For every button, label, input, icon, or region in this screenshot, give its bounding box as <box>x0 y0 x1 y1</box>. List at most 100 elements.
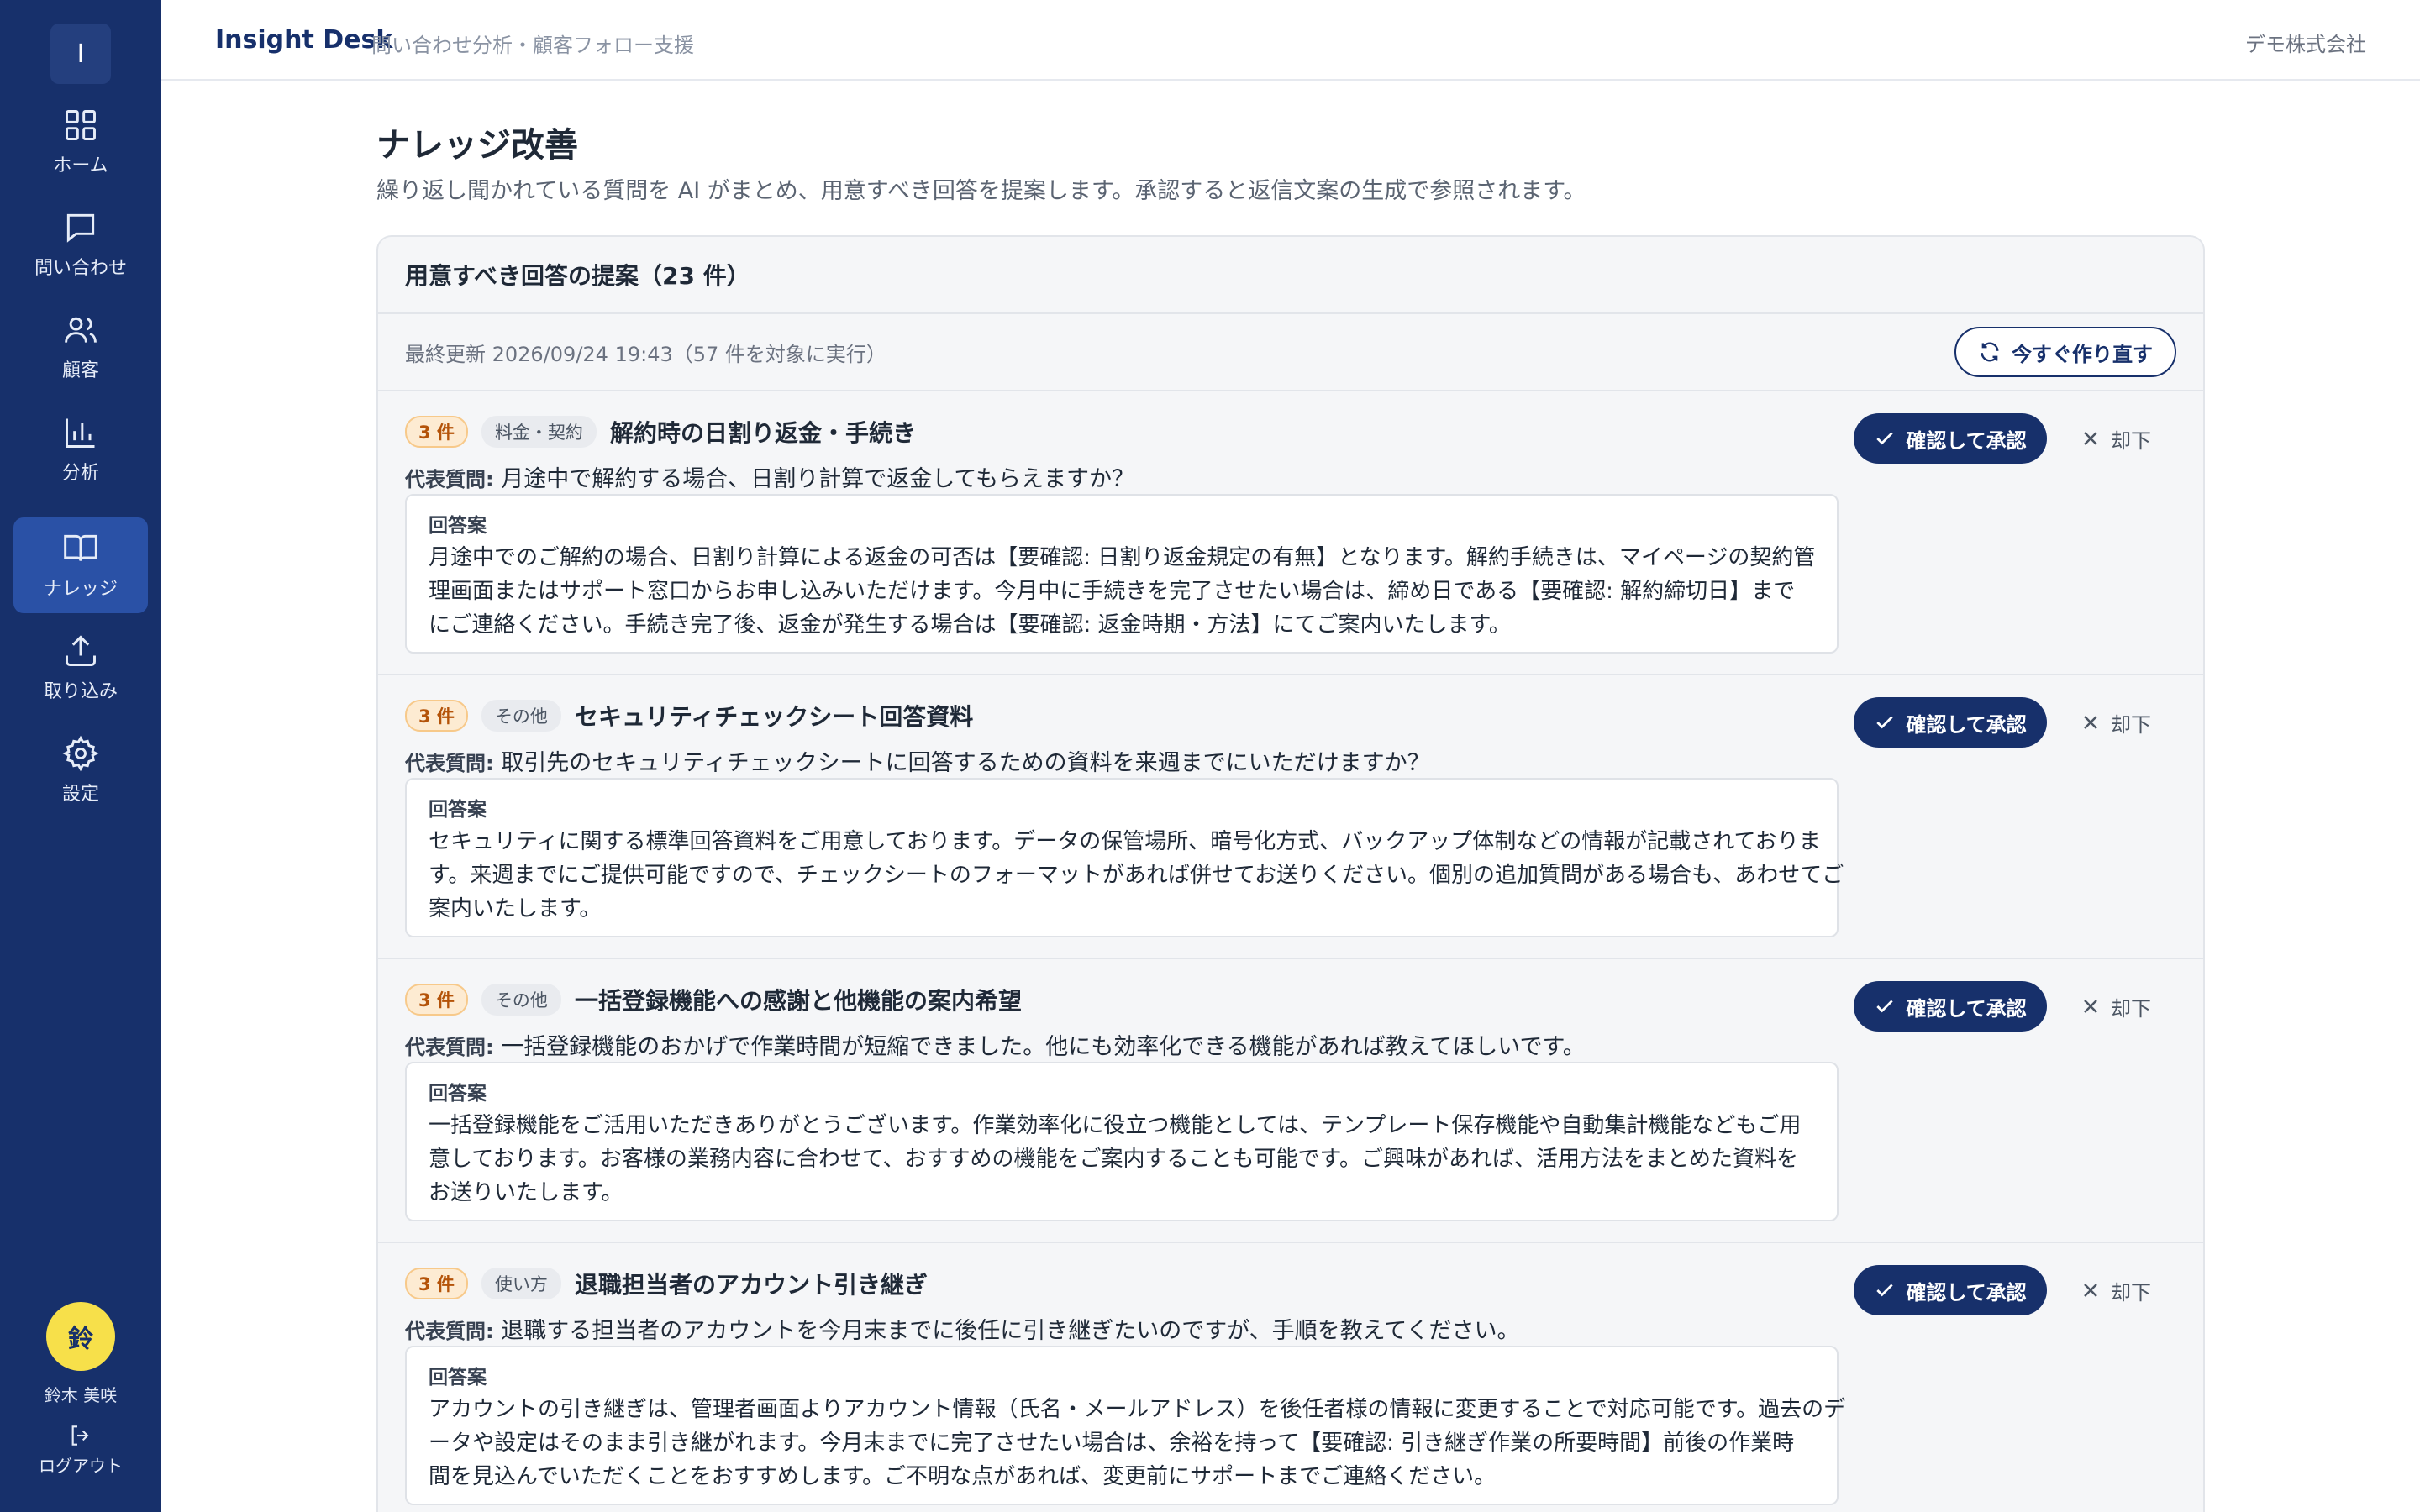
avatar[interactable]: 鈴 <box>46 1302 115 1371</box>
sidebar-item-label: 問い合わせ <box>34 258 127 279</box>
approve-label: 確認して承認 <box>1906 428 2027 453</box>
rebuild-button[interactable]: 今すぐ作り直す <box>1954 327 2176 377</box>
gear-icon <box>62 735 99 772</box>
count-badge: 3 件 <box>405 700 468 732</box>
approve-button[interactable]: 確認して承認 <box>1854 1265 2047 1315</box>
sidebar-item-import[interactable]: 取り込み <box>13 620 148 716</box>
user-name: 鈴木 美咲 <box>44 1385 118 1405</box>
count-badge: 3 件 <box>405 1268 468 1299</box>
suggestion-title: 退職担当者のアカウント引き継ぎ <box>574 1271 928 1299</box>
reject-label: 却下 <box>2111 996 2151 1021</box>
representative-question: 代表質問: 一括登録機能のおかげで作業時間が短縮できました。他にも効率化できる機… <box>405 1028 2176 1061</box>
close-icon <box>2084 1284 2097 1297</box>
panel-meta: 最終更新 2026/09/24 19:43（57 件を対象に実行） 今すぐ作り直… <box>378 314 2203 391</box>
page-description: 繰り返し聞かれている質問を AI がまとめ、用意すべき回答を提案します。承認する… <box>376 178 1586 204</box>
answer-line: ータや設定はそのまま引き継がれます。今月末までに完了させたい場合は、余裕を持って… <box>429 1431 1795 1456</box>
reject-label: 却下 <box>2111 712 2151 737</box>
close-icon <box>2084 432 2097 445</box>
suggestions-panel: 用意すべき回答の提案（23 件） 最終更新 2026/09/24 19:43（5… <box>376 235 2205 1512</box>
suggestion-title: 解約時の日割り返金・手続き <box>609 419 916 447</box>
message-icon <box>66 213 95 243</box>
representative-question: 代表質問: 取引先のセキュリティチェックシートに回答するための資料を来週までにい… <box>405 744 2176 777</box>
answer-draft: 回答案 月途中でのご解約の場合、日割り計算による返金の可否は【要確認: 日割り返… <box>405 494 1839 654</box>
suggestion-item: 3 件 使い方 退職担当者のアカウント引き継ぎ 代表質問: 退職する担当者のアカ… <box>378 1243 2203 1512</box>
check-icon <box>1876 1284 1893 1297</box>
sidebar-item-label: 分析 <box>61 463 99 484</box>
count-badge: 3 件 <box>405 416 468 448</box>
app-tagline: 問い合わせ分析・顧客フォロー支援 <box>371 34 694 57</box>
answer-line: セキュリティに関する標準回答資料をご用意しております。データの保管場所、暗号化方… <box>429 829 1821 854</box>
sidebar-item-customers[interactable]: 顧客 <box>13 299 148 395</box>
category-badge: その他 <box>481 700 561 732</box>
bar-chart-icon <box>66 418 95 448</box>
answer-line: 間を見込んでいただくことをおすすめします。ご不明な点があれば、変更前にサポートま… <box>429 1464 1497 1489</box>
approve-label: 確認して承認 <box>1906 712 2027 737</box>
app-logo: I <box>50 24 111 84</box>
sidebar-item-label: 取り込み <box>43 681 118 702</box>
logout-button[interactable]: ログアウト <box>0 1422 161 1477</box>
reject-label: 却下 <box>2111 1280 2151 1305</box>
panel-title: 用意すべき回答の提案（23 件） <box>378 237 2203 314</box>
approve-label: 確認して承認 <box>1906 1280 2027 1305</box>
sidebar-item-settings[interactable]: 設定 <box>13 722 148 818</box>
category-badge: 使い方 <box>481 1268 561 1299</box>
approve-button[interactable]: 確認して承認 <box>1854 413 2047 464</box>
answer-line: アカウントの引き継ぎは、管理者画面よりアカウント情報（氏名・メールアドレス）を後… <box>429 1397 1846 1422</box>
category-badge: その他 <box>481 984 561 1016</box>
approve-button[interactable]: 確認して承認 <box>1854 697 2047 748</box>
refresh-icon <box>1981 342 1999 362</box>
last-updated: 最終更新 2026/09/24 19:43（57 件を対象に実行） <box>405 342 886 366</box>
approve-button[interactable]: 確認して承認 <box>1854 981 2047 1032</box>
answer-draft: 回答案 一括登録機能をご活用いただきありがとうございます。作業効率化に役立つ機能… <box>405 1062 1839 1221</box>
sidebar-item-knowledge[interactable]: ナレッジ <box>13 517 148 613</box>
answer-line: 月途中でのご解約の場合、日割り計算による返金の可否は【要確認: 日割り返金規定の… <box>429 545 1816 570</box>
page-title: ナレッジ改善 <box>376 126 578 165</box>
rep-question-text: 退職する担当者のアカウントを今月末までに後任に引き継ぎたいのですが、手順を教えて… <box>501 1318 1520 1344</box>
answer-text: セキュリティに関する標準回答資料をご用意しております。データの保管場所、暗号化方… <box>429 825 1844 926</box>
app-name[interactable]: Insight Desk <box>215 25 392 55</box>
representative-question: 代表質問: 退職する担当者のアカウントを今月末までに後任に引き継ぎたいのですが、… <box>405 1312 2176 1345</box>
answer-label: 回答案 <box>429 1367 487 1389</box>
suggestion-item: 3 件 その他 一括登録機能への感謝と他機能の案内希望 代表質問: 一括登録機能… <box>378 959 2203 1243</box>
suggestion-title: 一括登録機能への感謝と他機能の案内希望 <box>574 987 1022 1015</box>
answer-draft: 回答案 セキュリティに関する標準回答資料をご用意しております。データの保管場所、… <box>405 778 1844 937</box>
rep-question-label: 代表質問: <box>405 468 494 491</box>
check-icon <box>1876 432 1893 445</box>
answer-label: 回答案 <box>429 515 487 537</box>
answer-line: 理画面またはサポート窓口からお申し込みいただけます。今月中に手続きを完了させたい… <box>429 579 1796 604</box>
answer-line: にご連絡ください。手続き完了後、返金が発生する場合は【要確認: 返金時期・方法】… <box>429 612 1511 638</box>
close-icon <box>2084 716 2097 729</box>
rep-question-label: 代表質問: <box>405 1036 494 1059</box>
rep-question-label: 代表質問: <box>405 752 494 775</box>
sidebar-item-home[interactable]: ホーム <box>13 94 148 190</box>
close-icon <box>2084 1000 2097 1013</box>
sidebar-item-analytics[interactable]: 分析 <box>13 402 148 497</box>
rebuild-label: 今すぐ作り直す <box>2012 342 2153 366</box>
reject-button[interactable]: 却下 <box>2081 413 2151 464</box>
check-icon <box>1876 716 1893 729</box>
answer-line: 一括登録機能をご活用いただきありがとうございます。作業効率化に役立つ機能としては… <box>429 1113 1802 1138</box>
sidebar-item-label: ホーム <box>53 155 108 176</box>
book-icon <box>64 534 97 561</box>
suggestion-title: セキュリティチェックシート回答資料 <box>574 703 974 731</box>
category-badge: 料金・契約 <box>481 416 597 448</box>
reject-button[interactable]: 却下 <box>2081 1265 2151 1315</box>
sidebar-item-inquiries[interactable]: 問い合わせ <box>13 197 148 292</box>
approve-label: 確認して承認 <box>1906 996 2027 1021</box>
reject-button[interactable]: 却下 <box>2081 697 2151 748</box>
answer-text: 月途中でのご解約の場合、日割り計算による返金の可否は【要確認: 日割り返金規定の… <box>429 541 1815 642</box>
logout-label: ログアウト <box>39 1456 123 1476</box>
sidebar-item-label: 顧客 <box>61 360 99 381</box>
answer-draft: 回答案 アカウントの引き継ぎは、管理者画面よりアカウント情報（氏名・メールアドレ… <box>405 1346 1846 1505</box>
reject-button[interactable]: 却下 <box>2081 981 2151 1032</box>
count-badge: 3 件 <box>405 984 468 1016</box>
company-name: デモ株式会社 <box>2245 33 2366 56</box>
rep-question-label: 代表質問: <box>405 1320 494 1343</box>
suggestion-item: 3 件 料金・契約 解約時の日割り返金・手続き 代表質問: 月途中で解約する場合… <box>378 391 2203 675</box>
rep-question-text: 取引先のセキュリティチェックシートに回答するための資料を来週までにいただけますか… <box>501 750 1430 776</box>
grid-icon <box>66 110 96 140</box>
suggestion-item: 3 件 その他 セキュリティチェックシート回答資料 代表質問: 取引先のセキュリ… <box>378 675 2203 959</box>
reject-label: 却下 <box>2111 428 2151 453</box>
answer-line: 案内いたします。 <box>429 896 602 921</box>
answer-text: アカウントの引き継ぎは、管理者画面よりアカウント情報（氏名・メールアドレス）を後… <box>429 1393 1846 1494</box>
